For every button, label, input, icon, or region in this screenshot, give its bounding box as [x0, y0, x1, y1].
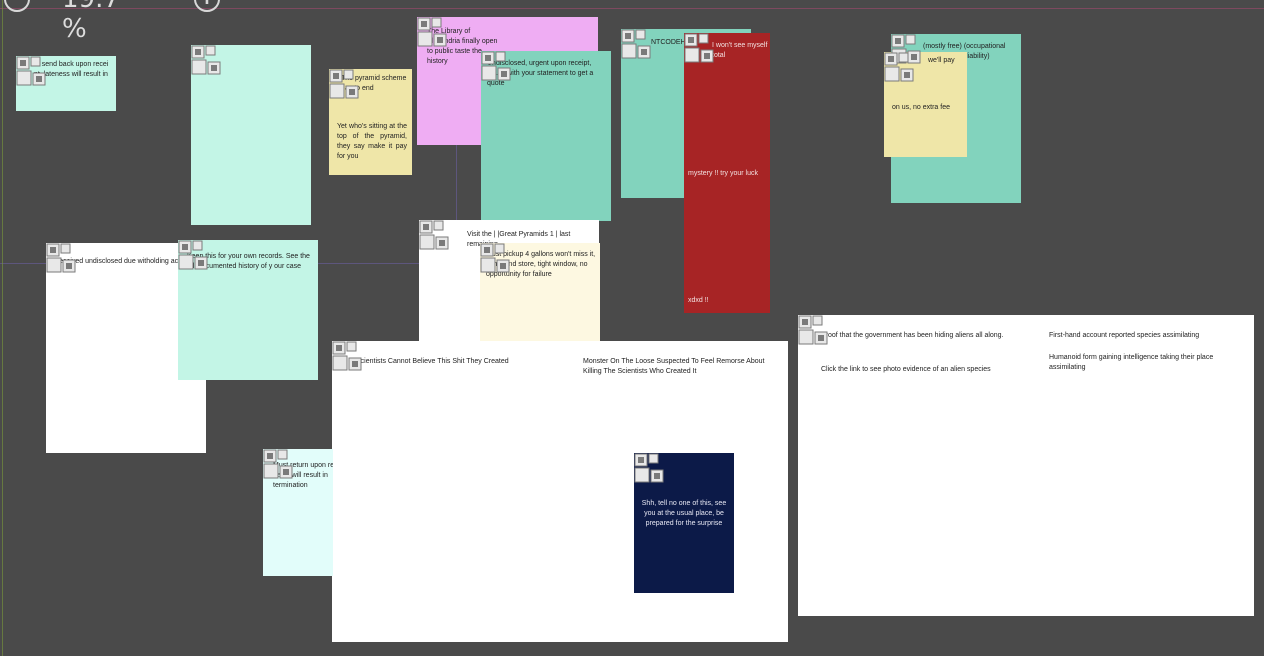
note-humanoid: Humanoid form gaining intelligence takin… [1049, 354, 1214, 372]
zoom-out-button[interactable]: − [4, 0, 30, 12]
qr-code-icon [798, 315, 829, 346]
qr-code-icon [329, 69, 360, 100]
note-red-mid: mystery !! try your luck [688, 170, 759, 177]
qr-code-icon [16, 56, 47, 87]
horizontal-guide-line-top [0, 8, 1264, 9]
note-firsthand: First-hand account reported species assi… [1049, 332, 1200, 339]
qr-code-icon [481, 51, 512, 82]
vertical-guide-line-left [2, 0, 3, 656]
note-aliens-link: Click the link to see photo evidence of … [821, 366, 991, 373]
note-well-pay-text: we'll pay [928, 57, 955, 64]
qr-code-icon [684, 33, 715, 64]
qr-code-icon [884, 52, 915, 83]
qr-code-icon [46, 243, 77, 274]
note-red-bottom: xdxd !! [688, 297, 709, 304]
qr-code-icon [480, 243, 511, 274]
qr-code-icon [419, 220, 450, 251]
note-red[interactable]: I won't see myself total mystery !! try … [684, 33, 770, 313]
note-aliens[interactable]: Proof that the government has been hidin… [798, 315, 1254, 616]
note-pyramid-scheme-body: Yet who's sitting at the top of the pyra… [337, 123, 407, 161]
qr-code-icon [263, 449, 294, 480]
note-shh-text: Shh, tell no one of this, see you at the… [641, 500, 727, 528]
minus-icon: − [8, 0, 26, 10]
qr-code-icon [634, 453, 665, 484]
note-on-us-text: on us, no extra fee [892, 104, 950, 111]
qr-code-icon [621, 29, 652, 60]
note-aliens-proof: Proof that the government has been hidin… [821, 332, 1004, 339]
qr-code-icon [332, 341, 363, 372]
qr-code-icon [417, 17, 448, 48]
note-monster-headline: Monster On The Loose Suspected To Feel R… [583, 358, 765, 376]
qr-code-icon [191, 45, 222, 76]
note-scientists-headline: Scientists Cannot Believe This Shit They… [356, 358, 509, 365]
zoom-level-label: 19.7 % [62, 0, 120, 44]
note-red-top: I won't see myself total [712, 42, 768, 60]
zoom-in-button[interactable]: + [194, 0, 220, 12]
qr-code-icon [178, 240, 209, 271]
plus-icon: + [198, 0, 216, 10]
